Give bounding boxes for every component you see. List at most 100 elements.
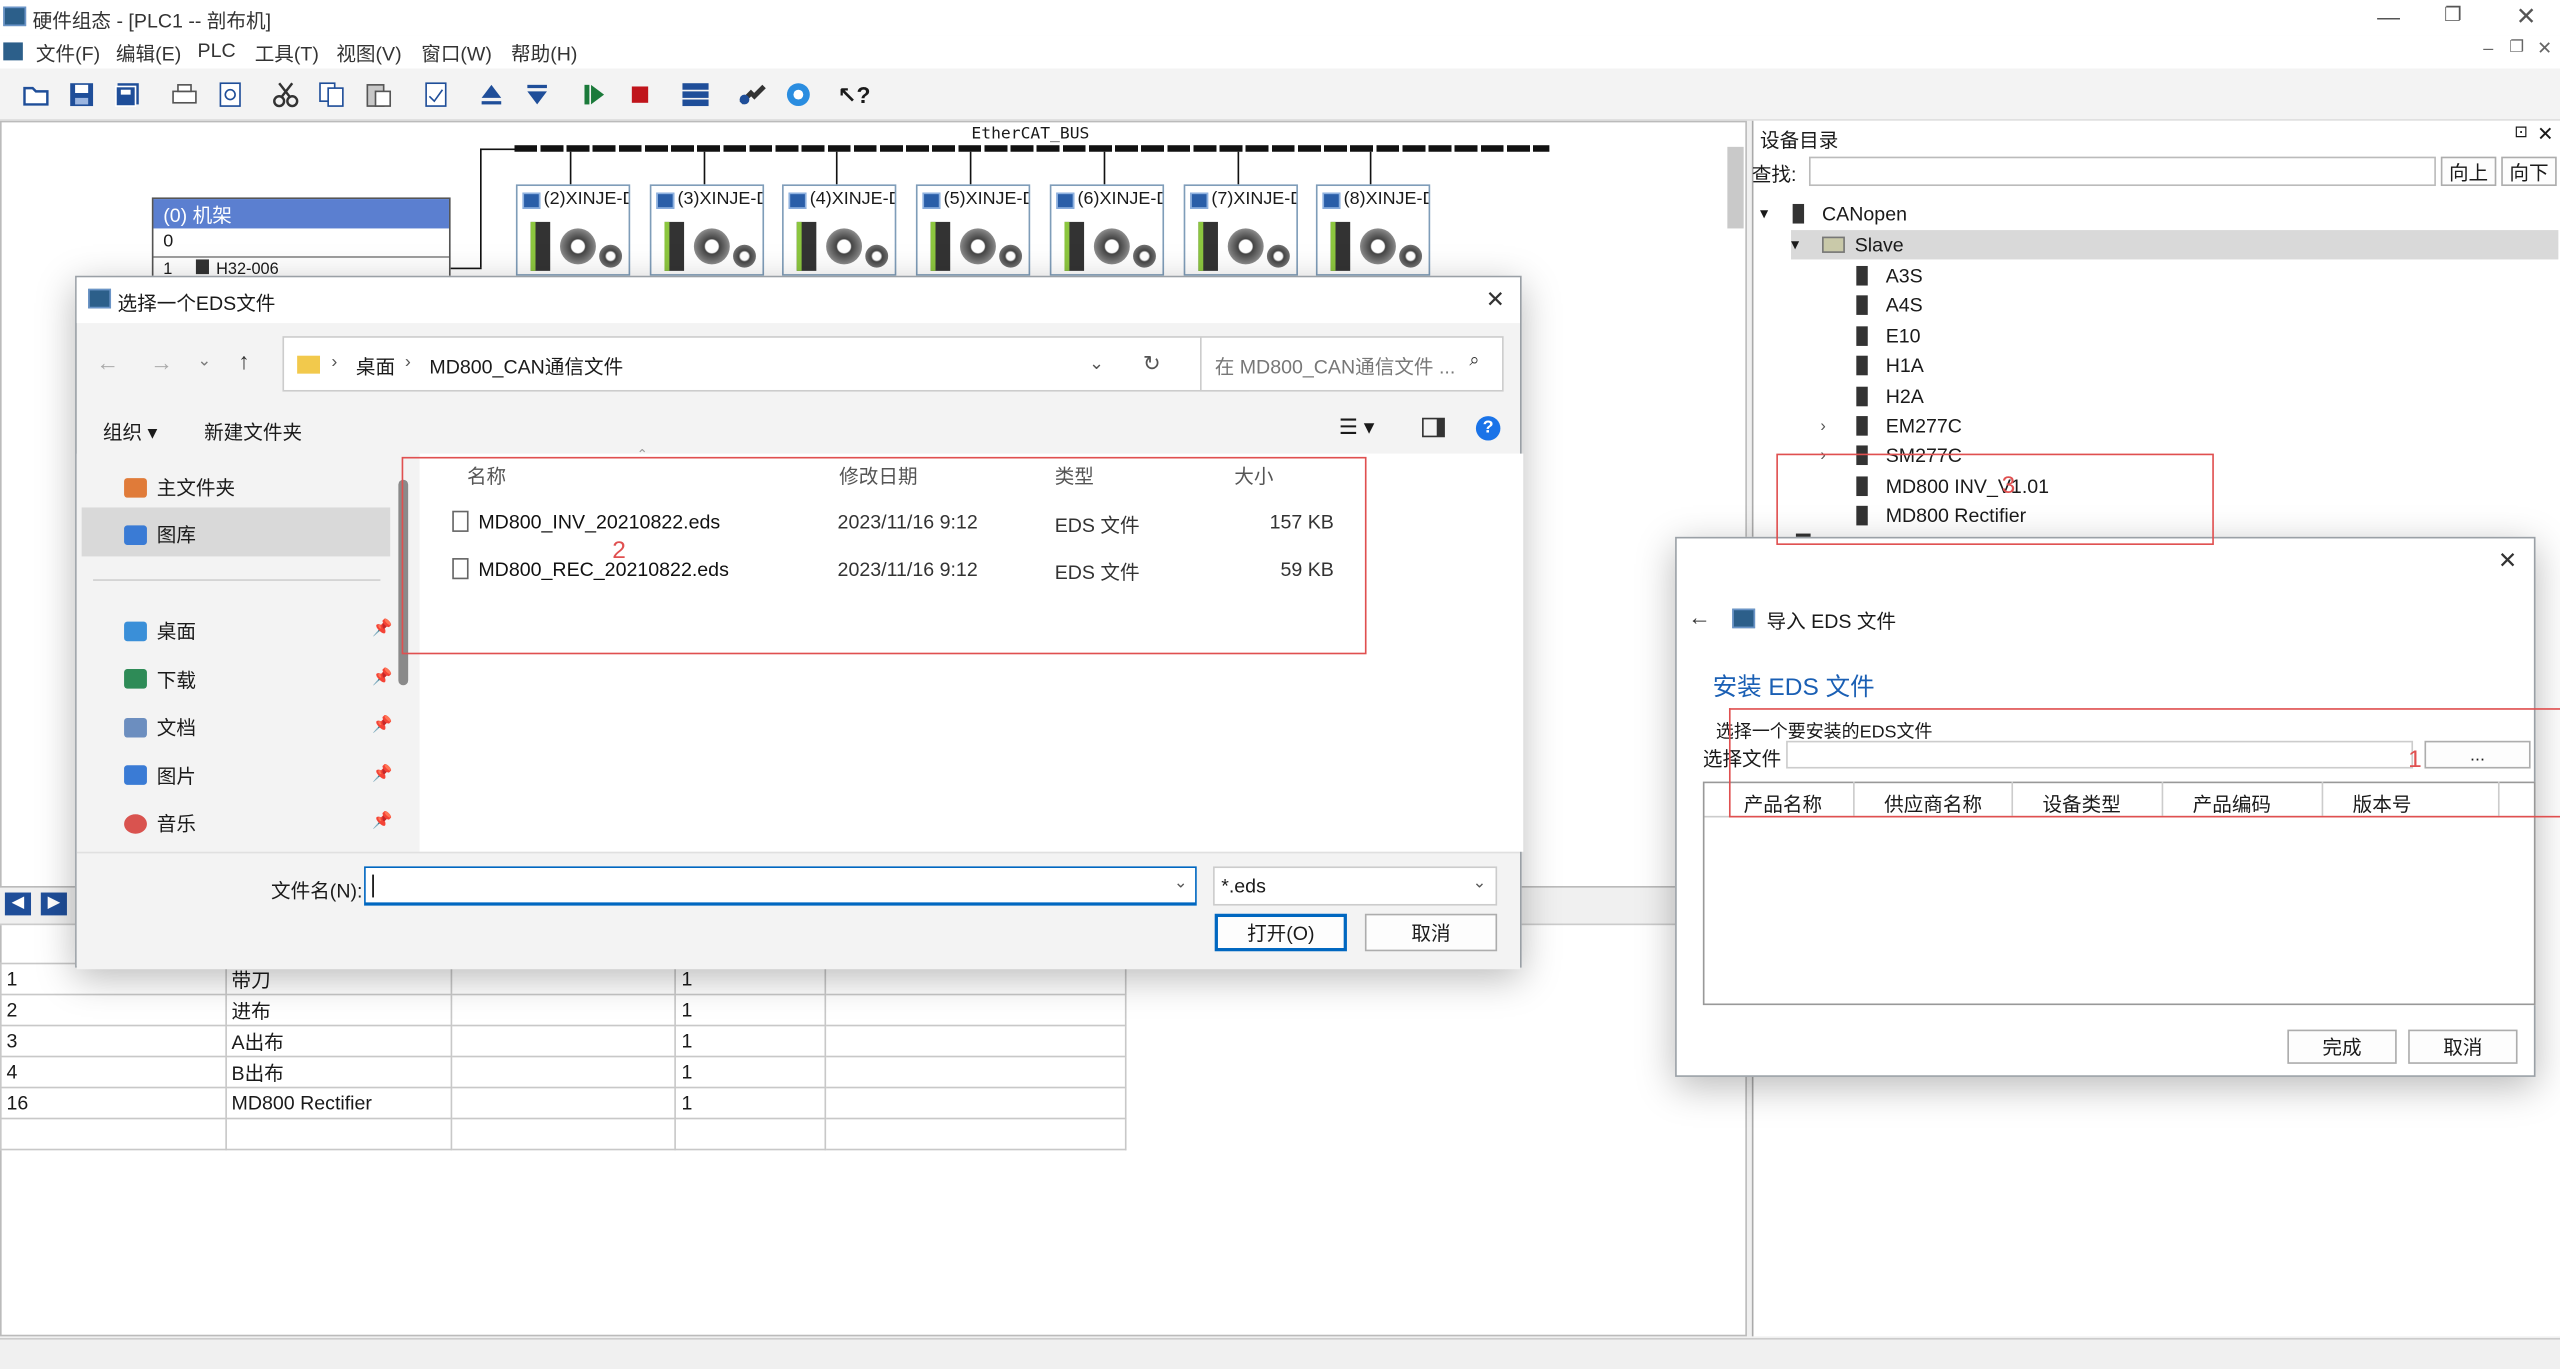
- open-icon[interactable]: [20, 78, 53, 111]
- menu-plc[interactable]: PLC: [198, 39, 236, 62]
- nav-item[interactable]: 文档: [124, 713, 196, 741]
- restore-icon[interactable]: ❐: [2444, 3, 2462, 26]
- file-cancel-button[interactable]: 取消: [1364, 913, 1498, 952]
- catalog-close-icon[interactable]: ✕: [2537, 122, 2553, 145]
- new-folder-button[interactable]: 新建文件夹: [204, 418, 302, 446]
- slave-device[interactable]: (6)XINJE-D: [1049, 184, 1165, 276]
- slave-device[interactable]: (3)XINJE-D: [649, 184, 765, 276]
- search-icon[interactable]: ⌕: [1469, 351, 1479, 372]
- search-box[interactable]: 在 MD800_CAN通信文件 ... ⌕: [1199, 336, 1504, 392]
- mdi-close-icon[interactable]: ✕: [2537, 38, 2552, 59]
- nav-item[interactable]: 图片: [124, 761, 196, 789]
- table-row[interactable]: 16 MD800 Rectifier 1: [0, 1086, 1127, 1120]
- chevron-down-icon[interactable]: ▾: [1791, 236, 1822, 254]
- copy-icon[interactable]: [315, 78, 348, 111]
- nav-item[interactable]: 桌面: [124, 617, 196, 645]
- tree-item[interactable]: › EM277C: [1820, 411, 1962, 440]
- help-icon[interactable]: ↖?: [837, 78, 870, 111]
- properties-icon[interactable]: [420, 78, 453, 111]
- menu-help[interactable]: 帮助(H): [511, 39, 577, 67]
- up-arrow-icon[interactable]: ↑: [238, 348, 249, 374]
- import-cancel-button[interactable]: 取消: [2408, 1029, 2518, 1064]
- pin-icon[interactable]: 📌: [372, 764, 392, 782]
- chevron-down-icon[interactable]: ⌄: [1174, 875, 1188, 893]
- catalog-search-input[interactable]: [1808, 156, 2436, 187]
- tree-item[interactable]: E10: [1820, 321, 1921, 350]
- paste-icon[interactable]: [362, 78, 395, 111]
- search-down-button[interactable]: 向下: [2501, 156, 2557, 187]
- tree-item[interactable]: A4S: [1820, 291, 1923, 320]
- upload-icon[interactable]: [475, 78, 508, 111]
- nav-item[interactable]: 音乐: [124, 809, 196, 837]
- rack[interactable]: (0) 机架 0 1 H32-006: [151, 197, 451, 280]
- chevron-down-icon[interactable]: ⌄: [1473, 875, 1487, 893]
- menu-edit[interactable]: 编辑(E): [116, 39, 181, 67]
- arrow-right-icon[interactable]: ▶: [40, 892, 67, 916]
- address-bar[interactable]: › 桌面 › MD800_CAN通信文件 ⌄ ↻: [282, 336, 1249, 392]
- nav-item[interactable]: 主文件夹: [124, 473, 235, 501]
- download-icon[interactable]: [521, 78, 554, 111]
- slave-device[interactable]: (8)XINJE-D: [1315, 184, 1431, 276]
- slave-device[interactable]: (4)XINJE-D: [782, 184, 897, 276]
- nav-item[interactable]: 下载: [124, 665, 196, 693]
- save-icon[interactable]: [65, 78, 98, 111]
- help-circle-icon[interactable]: ?: [1475, 416, 1501, 441]
- menu-tools[interactable]: 工具(T): [255, 39, 319, 67]
- breadcrumb-desktop[interactable]: 桌面: [356, 352, 395, 380]
- slave-device[interactable]: (7)XINJE-D: [1183, 184, 1298, 276]
- preview-pane-icon[interactable]: [1422, 417, 1445, 438]
- pin-icon[interactable]: 📌: [372, 668, 392, 686]
- recent-chevron-icon[interactable]: ⌄: [198, 352, 212, 370]
- tree-item[interactable]: A3S: [1820, 261, 1923, 290]
- search-up-button[interactable]: 向上: [2440, 156, 2497, 187]
- file-search-input[interactable]: 在 MD800_CAN通信文件 ...: [1215, 352, 1456, 380]
- mdi-restore-icon[interactable]: ❐: [2509, 39, 2524, 57]
- table-row[interactable]: 2 进布 1: [0, 993, 1127, 1027]
- cut-icon[interactable]: [269, 78, 302, 111]
- table-row[interactable]: 4 B出布 1: [0, 1055, 1127, 1089]
- network-icon[interactable]: [782, 78, 815, 111]
- menu-file[interactable]: 文件(F): [36, 39, 100, 67]
- tree-folder-slave[interactable]: ▾ Slave: [1791, 230, 1904, 259]
- link-icon[interactable]: [736, 78, 769, 111]
- pin-icon[interactable]: ⊡: [2514, 124, 2528, 142]
- chevron-right-icon[interactable]: ›: [1820, 417, 1856, 435]
- print-icon[interactable]: [168, 78, 201, 111]
- filter-select[interactable]: *.eds ⌄: [1213, 866, 1498, 906]
- slave-device[interactable]: (2)XINJE-D: [515, 184, 631, 276]
- tree-root-canopen[interactable]: ▾ CANopen: [1760, 199, 1907, 228]
- print-preview-icon[interactable]: [214, 78, 247, 111]
- pin-icon[interactable]: 📌: [372, 620, 392, 638]
- run-icon[interactable]: [578, 78, 611, 111]
- finish-button[interactable]: 完成: [2287, 1029, 2397, 1064]
- breadcrumb-folder[interactable]: MD800_CAN通信文件: [429, 352, 623, 380]
- tree-item[interactable]: H2A: [1820, 381, 1924, 410]
- refresh-icon[interactable]: ↻: [1143, 351, 1161, 377]
- catalog-scrollbar[interactable]: [1727, 146, 1744, 229]
- table-row[interactable]: [0, 1117, 1127, 1151]
- forward-arrow-icon[interactable]: →: [150, 349, 173, 375]
- organize-button[interactable]: 组织 ▾: [103, 418, 157, 446]
- back-arrow-icon[interactable]: ←: [96, 349, 119, 375]
- table-row[interactable]: 3 A出布 1: [0, 1024, 1127, 1058]
- chevron-down-icon[interactable]: ▾: [1760, 205, 1793, 223]
- menu-window[interactable]: 窗口(W): [421, 39, 492, 67]
- chevron-down-icon[interactable]: ⌄: [1089, 352, 1104, 374]
- close-icon[interactable]: ✕: [2498, 547, 2517, 575]
- close-icon[interactable]: ✕: [2516, 2, 2537, 31]
- arrow-left-icon[interactable]: ◀: [4, 892, 32, 916]
- menu-view[interactable]: 视图(V): [336, 39, 401, 67]
- mdi-minimize-icon[interactable]: –: [2483, 39, 2493, 59]
- pin-icon[interactable]: 📌: [372, 813, 392, 831]
- rack-slot[interactable]: 0: [153, 228, 449, 258]
- open-button[interactable]: 打开(O): [1214, 913, 1347, 952]
- slave-device[interactable]: (5)XINJE-D: [915, 184, 1031, 276]
- stop-icon[interactable]: [624, 78, 657, 111]
- config-icon[interactable]: [679, 78, 712, 111]
- nav-item[interactable]: 图库: [124, 521, 196, 549]
- close-icon[interactable]: ✕: [1486, 286, 1505, 314]
- tree-item[interactable]: H1A: [1820, 351, 1924, 380]
- minimize-icon[interactable]: —: [2377, 3, 2400, 29]
- back-arrow-icon[interactable]: ←: [1688, 604, 1711, 630]
- filename-input[interactable]: ⌄: [364, 866, 1197, 906]
